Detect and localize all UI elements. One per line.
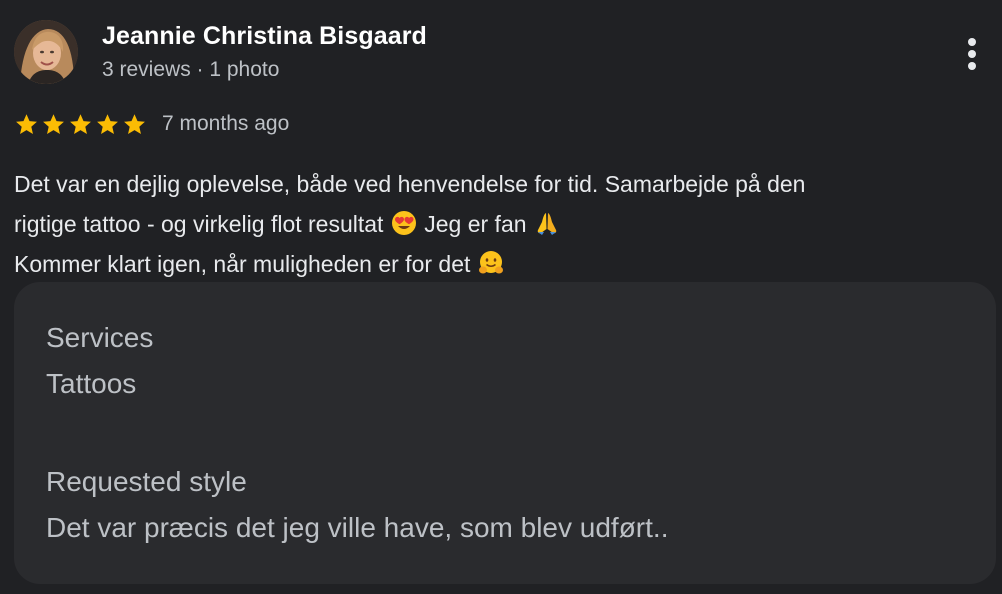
review-date: 7 months ago: [162, 112, 290, 135]
review-text-line: Det var en dejlig oplevelse, både ved he…: [14, 171, 806, 197]
menu-dot: [968, 50, 976, 58]
review-text-segment: Kommer klart igen, når muligheden er for…: [14, 251, 477, 277]
star-icon: [70, 113, 91, 134]
star-rating: 7 months ago: [14, 108, 289, 140]
star-icon: [124, 113, 145, 134]
menu-dot: [968, 62, 976, 70]
star-icon: [97, 113, 118, 134]
review-text-line: rigtige tattoo - og virkelig flot result…: [14, 204, 994, 244]
services-label: Services: [46, 322, 154, 353]
stars: [14, 112, 147, 137]
hugging-face-icon: [478, 251, 503, 274]
more-vertical-icon[interactable]: [952, 30, 992, 76]
author-avatar[interactable]: [14, 20, 78, 84]
author-name[interactable]: Jeannie Christina Bisgaard: [102, 22, 427, 51]
review-card: Jeannie Christina Bisgaard 3 reviews · 1…: [0, 0, 1002, 594]
review-text-segment: rigtige tattoo - og virkelig flot result…: [14, 211, 390, 237]
menu-dot: [968, 38, 976, 46]
avatar-photo-icon: [14, 20, 78, 84]
requested-style-label: Requested style: [46, 466, 247, 497]
requested-style-value: Det var præcis det jeg ville have, som b…: [46, 512, 669, 543]
review-body: Det var en dejlig oplevelse, både ved he…: [14, 164, 994, 284]
author-meta[interactable]: 3 reviews · 1 photo: [102, 58, 279, 82]
services-value: Tattoos: [46, 368, 137, 399]
review-text-line: Kommer klart igen, når muligheden er for…: [14, 244, 994, 284]
review-details-card: Services Tattoos Requested style Det var…: [14, 282, 996, 584]
star-icon: [43, 113, 64, 134]
star-icon: [16, 113, 37, 134]
review-text-segment: Jeg er fan: [417, 211, 533, 237]
smiling-face-with-heart-eyes-icon: [391, 211, 416, 235]
folded-hands-icon: [537, 213, 557, 235]
